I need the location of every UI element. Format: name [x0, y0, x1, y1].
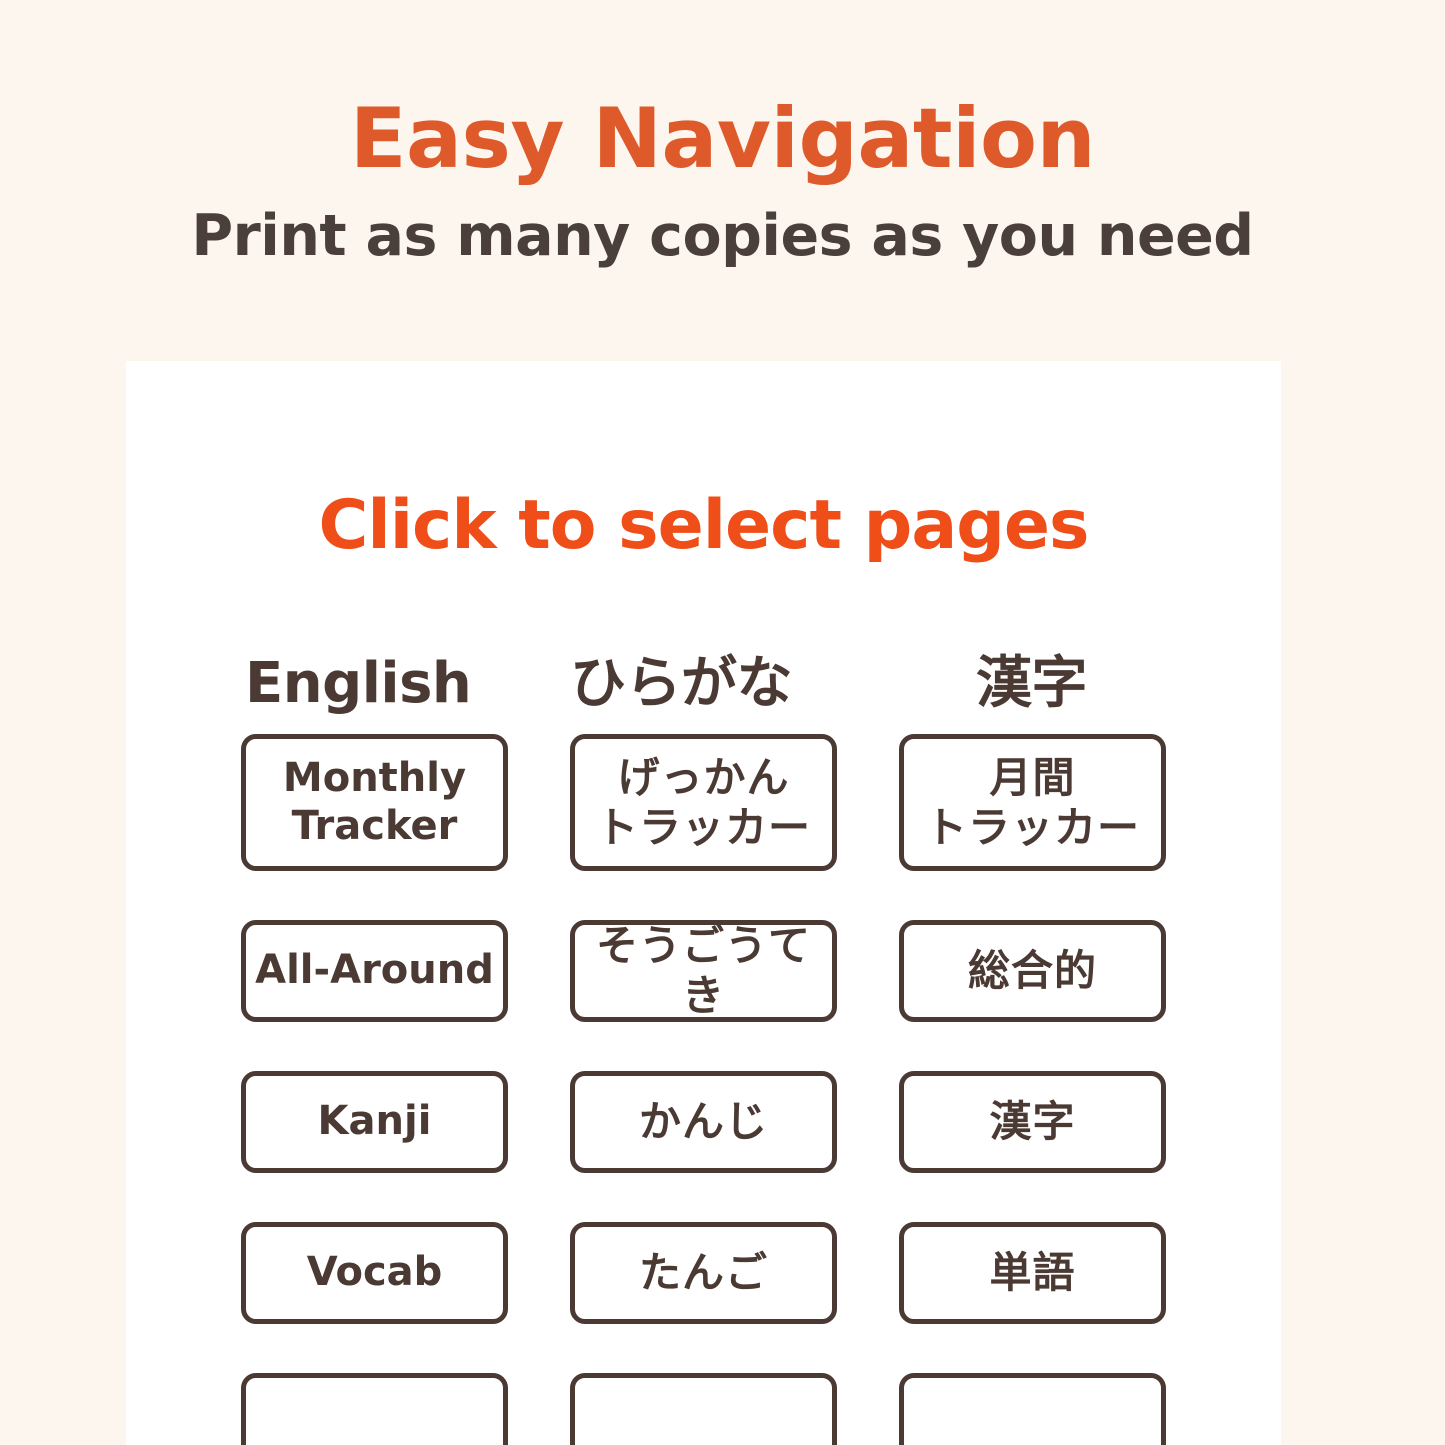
page-title: Click to select pages — [318, 486, 1090, 565]
page-button-row5-english[interactable] — [241, 1373, 508, 1445]
page-button-vocab-english[interactable]: Vocab — [241, 1222, 508, 1324]
subheadline: Print as many copies as you need — [191, 203, 1254, 269]
page-button-label: Kanji — [317, 1098, 432, 1145]
page-button-label: All-Around — [255, 947, 494, 994]
page-button-row5-hiragana[interactable] — [570, 1373, 837, 1445]
page-button-vocab-kanji[interactable]: 単語 — [899, 1222, 1166, 1324]
page-button-label: 総合的 — [967, 946, 1097, 996]
page-button-label: Vocab — [306, 1249, 443, 1296]
page-button-vocab-hiragana[interactable]: たんご — [570, 1222, 837, 1324]
page-button-label: かんじ — [638, 1097, 768, 1147]
selector-row: Monthly Tracker げっかん トラッカー 月間 トラッカー — [241, 734, 1170, 871]
promo-header: Easy Navigation Print as many copies as … — [0, 0, 1445, 265]
selector-row: Vocab たんご 単語 — [241, 1222, 1170, 1324]
headline: Easy Navigation — [349, 90, 1096, 187]
selector-row: All-Around そうごうてき 総合的 — [241, 920, 1170, 1022]
page-selector-grid: English ひらがな 漢字 Monthly Tracker げっかん トラッ… — [241, 656, 1170, 1445]
page-button-label: たんご — [638, 1248, 768, 1298]
page-button-row5-kanji[interactable] — [899, 1373, 1166, 1445]
page-button-label: 漢字 — [989, 1097, 1076, 1147]
column-header-english: English — [245, 651, 472, 716]
page-button-monthly-tracker-kanji[interactable]: 月間 トラッカー — [899, 734, 1166, 871]
page-button-label: Monthly Tracker — [282, 755, 467, 849]
column-header-row: English ひらがな 漢字 — [241, 656, 1170, 734]
column-header-hiragana: ひらがな — [570, 651, 793, 716]
page-button-monthly-tracker-english[interactable]: Monthly Tracker — [241, 734, 508, 871]
page-button-all-around-kanji[interactable]: 総合的 — [899, 920, 1166, 1022]
page-button-all-around-english[interactable]: All-Around — [241, 920, 508, 1022]
page-button-label: げっかん トラッカー — [595, 752, 811, 852]
page-button-label: 単語 — [989, 1248, 1076, 1298]
selector-row: Kanji かんじ 漢字 — [241, 1071, 1170, 1173]
page-button-kanji-hiragana[interactable]: かんじ — [570, 1071, 837, 1173]
page-button-kanji-english[interactable]: Kanji — [241, 1071, 508, 1173]
page-button-label: 月間 トラッカー — [924, 752, 1140, 852]
promo-graphic: Easy Navigation Print as many copies as … — [0, 0, 1445, 1445]
page-preview-card: Click to select pages English ひらがな 漢字 Mo… — [126, 361, 1281, 1445]
column-header-kanji: 漢字 — [976, 651, 1088, 716]
page-button-all-around-hiragana[interactable]: そうごうてき — [570, 920, 837, 1022]
page-button-monthly-tracker-hiragana[interactable]: げっかん トラッカー — [570, 734, 837, 871]
selector-row-clipped — [241, 1373, 1170, 1445]
page-button-kanji-kanji[interactable]: 漢字 — [899, 1071, 1166, 1173]
page-button-label: そうごうてき — [595, 921, 811, 1020]
